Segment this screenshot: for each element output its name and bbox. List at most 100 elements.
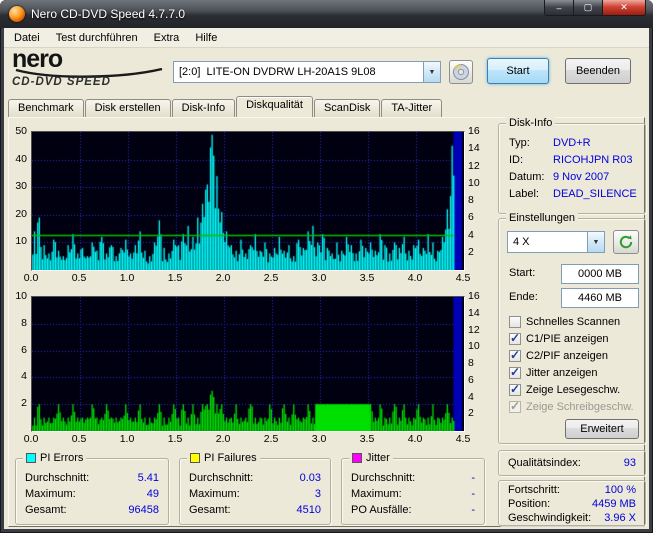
disk-info-row: Datum: 9 Nov 2007 <box>509 171 610 183</box>
axis-tick-label: 10 <box>15 235 27 248</box>
menu-extra[interactable]: Extra <box>146 30 188 46</box>
close-button[interactable]: ✕ <box>602 0 646 16</box>
axis-tick-label: 10 <box>468 340 480 353</box>
start-field-label: Start: <box>509 267 536 279</box>
axis-tick-label: 14 <box>468 306 480 319</box>
checkbox-schnelles-scannen[interactable]: Schnelles Scannen <box>509 315 620 329</box>
axis-tick-label: 12 <box>468 159 480 172</box>
axis-tick-label: 16 <box>468 290 480 302</box>
legend-swatch-magenta <box>352 453 362 463</box>
quality-index-box: Qualitätsindex: 93 <box>498 450 646 476</box>
menu-test-durchfuehren[interactable]: Test durchführen <box>48 30 146 46</box>
end-field[interactable] <box>561 288 639 308</box>
axis-tick-label: 30 <box>15 180 27 193</box>
legend-row: Maximum: 49 <box>25 488 159 500</box>
axis-tick-label: 10 <box>468 176 480 189</box>
axis-tick-label: 2.5 <box>263 433 279 445</box>
title-bar[interactable]: Nero CD-DVD Speed 4.7.7.0 – ▢ ✕ <box>0 0 653 28</box>
checkbox-jitter-anzeigen[interactable]: Jitter anzeigen <box>509 365 598 380</box>
quality-index-value: 93 <box>623 457 636 469</box>
tab-diskqualitaet[interactable]: Diskqualität <box>236 96 313 117</box>
menu-hilfe[interactable]: Hilfe <box>187 30 225 46</box>
checkbox-box <box>509 382 521 396</box>
axis-tick-label: 6 <box>21 343 27 356</box>
axis-tick-label: 4 <box>21 370 27 383</box>
tab-benchmark[interactable]: Benchmark <box>8 99 84 117</box>
jitter-legend-title: Jitter <box>349 451 393 465</box>
app-icon <box>9 6 25 22</box>
minimize-icon: – <box>556 2 562 13</box>
disk-info-row: ID: RICOHJPN R03 <box>509 154 633 166</box>
pi-failures-legend-title: PI Failures <box>187 451 260 465</box>
checkbox-box <box>509 348 521 362</box>
eject-disc-button[interactable] <box>449 60 473 84</box>
maximize-button[interactable]: ▢ <box>574 0 602 16</box>
axis-tick-label: 20 <box>15 207 27 220</box>
axis-tick-label: 8 <box>468 194 474 206</box>
jitter-legend: Jitter Durchschnitt: - Maximum: - PO Ausfä… <box>341 451 485 525</box>
menu-bar: Datei Test durchführen Extra Hilfe <box>4 28 649 48</box>
axis-tick-label: 1.0 <box>119 272 135 284</box>
pi-errors-canvas <box>32 132 464 270</box>
legend-row: Durchschnitt: 5.41 <box>25 472 159 484</box>
advanced-button[interactable]: Erweitert <box>565 419 639 439</box>
axis-tick-label: 2.0 <box>215 433 231 445</box>
nero-logo: nero CD-DVD SPEED <box>12 47 170 97</box>
drive-selector-value: [2:0] LITE-ON DVDRW LH-20A1S 9L08 <box>179 66 376 78</box>
legend-title-text: PI Failures <box>204 452 257 464</box>
checkbox-zeige-lesegeschw[interactable]: Zeige Lesegeschw. <box>509 382 620 397</box>
axis-tick-label: 4.5 <box>455 272 471 284</box>
progress-box: Fortschritt: 100 % Position: 4459 MB Gesch… <box>498 480 646 526</box>
checkbox-label: C2/PIF anzeigen <box>526 350 608 362</box>
axis-tick-label: 0.0 <box>23 272 39 284</box>
tab-disk-erstellen[interactable]: Disk erstellen <box>84 99 171 117</box>
axis-tick-label: 3.5 <box>359 433 375 445</box>
window-title: Nero CD-DVD Speed 4.7.7.0 <box>31 7 186 21</box>
axis-tick-label: 4 <box>468 228 474 241</box>
client-area: Datei Test durchführen Extra Hilfe nero … <box>4 28 649 529</box>
quality-index-row: Qualitätsindex: 93 <box>508 457 636 471</box>
start-field[interactable] <box>561 264 639 284</box>
legend-title-text: PI Errors <box>40 452 84 464</box>
menu-datei[interactable]: Datei <box>6 30 48 46</box>
settings-group: Einstellungen 4 X ▼ Start: Ende: <box>498 211 646 444</box>
legend-row: PO Ausfälle: - <box>351 504 475 516</box>
checkbox-c2-pif-anzeigen[interactable]: C2/PIF anzeigen <box>509 348 608 363</box>
checkbox-c1-pie-anzeigen[interactable]: C1/PIE anzeigen <box>509 331 609 346</box>
start-button[interactable]: Start <box>487 58 549 84</box>
axis-tick-label: 16 <box>468 125 480 137</box>
axis-tick-label: 2 <box>468 407 474 420</box>
speed-select[interactable]: 4 X ▼ <box>507 231 605 253</box>
axis-tick-label: 6 <box>468 373 474 386</box>
legend-swatch-cyan <box>26 453 36 463</box>
checkbox-box <box>509 399 521 413</box>
checkbox-label: C1/PIE anzeigen <box>526 333 609 345</box>
axis-tick-label: 0.0 <box>23 433 39 445</box>
axis-tick-label: 10 <box>15 290 27 302</box>
axis-tick-label: 3.5 <box>359 272 375 284</box>
axis-tick-label: 2.5 <box>263 272 279 284</box>
drive-selector[interactable]: [2:0] LITE-ON DVDRW LH-20A1S 9L08 ▼ <box>173 61 441 83</box>
legend-title-text: Jitter <box>366 452 390 464</box>
checkbox-label: Jitter anzeigen <box>526 367 598 379</box>
chevron-down-icon[interactable]: ▼ <box>587 232 604 252</box>
disk-info-row: Typ: DVD+R <box>509 137 591 149</box>
pi-errors-legend-title: PI Errors <box>23 451 87 465</box>
refresh-speed-button[interactable] <box>613 230 639 254</box>
pi-failures-legend: PI Failures Durchschnitt: 0.03 Maximum: 3 … <box>179 451 331 525</box>
tab-scandisk[interactable]: ScanDisk <box>313 99 381 117</box>
axis-tick-label: 40 <box>15 152 27 165</box>
axis-tick-label: 2.0 <box>215 272 231 284</box>
end-field-label: Ende: <box>509 291 538 303</box>
axis-tick-label: 4.5 <box>455 433 471 445</box>
chevron-down-icon[interactable]: ▼ <box>423 62 440 82</box>
quit-button[interactable]: Beenden <box>565 58 631 84</box>
axis-tick-label: 50 <box>15 125 27 137</box>
tab-ta-jitter[interactable]: TA-Jitter <box>381 99 443 117</box>
legend-swatch-yellow <box>190 453 200 463</box>
axis-tick-label: 2 <box>21 397 27 410</box>
axis-tick-label: 0.5 <box>71 433 87 445</box>
minimize-button[interactable]: – <box>544 0 574 16</box>
disk-info-group: Disk-Info Typ: DVD+R ID: RICOHJPN R03 Datu… <box>498 116 646 214</box>
tab-disk-info[interactable]: Disk-Info <box>171 99 236 117</box>
